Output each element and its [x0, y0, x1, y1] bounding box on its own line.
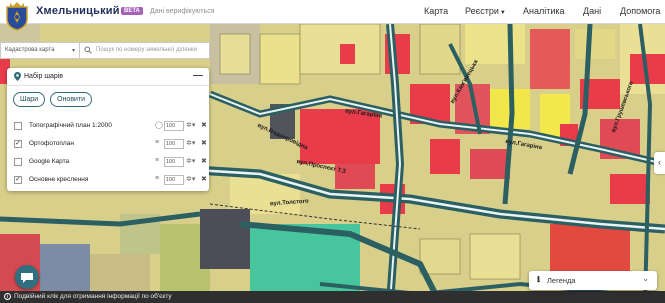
- gear-icon[interactable]: ✲▾: [186, 157, 195, 165]
- layer-opacity-input[interactable]: 100: [164, 157, 184, 167]
- close-icon[interactable]: ✖: [201, 139, 207, 147]
- map-search-bar: Кадастрова карта ▾ Пошук по номеру земел…: [0, 42, 210, 59]
- layers-panel-title: Набір шарів: [24, 73, 64, 80]
- layer-checkbox[interactable]: [14, 122, 22, 130]
- drag-handle-icon[interactable]: ≡: [155, 157, 159, 164]
- layers-panel: Набір шарів — Шари Оновити Топографічний…: [7, 68, 209, 191]
- info-icon: i: [4, 293, 11, 300]
- gear-icon[interactable]: ✲▾: [186, 175, 195, 183]
- nav-registries[interactable]: Реєстри▼: [465, 6, 506, 16]
- city-coat-of-arms-logo[interactable]: [3, 1, 31, 31]
- chat-button[interactable]: [15, 265, 39, 289]
- legend-label: Легенда: [547, 276, 576, 285]
- info-icon: ℹ: [537, 275, 541, 284]
- layer-row: ✓ Основне креслення ≡ 100 ✲▾ ✖: [14, 175, 207, 187]
- parcel-search-input[interactable]: Пошук по номеру земельної ділянки: [80, 42, 210, 59]
- chevron-down-icon: ▼: [499, 10, 506, 16]
- layer-name: Топографічний план 1:2000: [29, 122, 112, 129]
- layer-opacity-input[interactable]: 100: [164, 139, 184, 149]
- nav-help[interactable]: Допомога: [620, 6, 660, 16]
- legend-toggle[interactable]: ℹ Легенда ⌄: [529, 271, 657, 290]
- layers-panel-actions: Шари Оновити: [13, 92, 93, 107]
- nav-data[interactable]: Дані: [583, 6, 601, 16]
- status-bar: i Подвійний клік для отримання інформаці…: [0, 291, 665, 303]
- chat-icon: [21, 273, 33, 283]
- layers-button[interactable]: Шари: [13, 92, 46, 107]
- top-navigation-bar: Хмельницький BETA Дані верифікуються Кар…: [0, 0, 665, 24]
- search-icon: [84, 46, 92, 54]
- chevron-down-icon: ⌄: [642, 274, 649, 283]
- app-title[interactable]: Хмельницький: [36, 5, 120, 17]
- gear-icon[interactable]: ✲▾: [186, 139, 195, 147]
- beta-badge: BETA: [121, 7, 143, 15]
- status-hint: Подвійний клік для отримання інформації …: [14, 293, 172, 300]
- chevron-down-icon: ▾: [71, 48, 75, 54]
- map-pin-icon: [14, 72, 21, 81]
- layer-opacity-input[interactable]: 100: [164, 121, 184, 131]
- layers-panel-header: Набір шарів —: [7, 68, 209, 86]
- nav-analytics[interactable]: Аналітика: [523, 6, 565, 16]
- layer-name: Основне креслення: [29, 176, 89, 183]
- opacity-icon: ◯: [155, 122, 163, 129]
- search-placeholder: Пошук по номеру земельної ділянки: [96, 47, 197, 53]
- drag-handle-icon[interactable]: ≡: [155, 139, 159, 146]
- layer-checkbox[interactable]: ✓: [14, 140, 22, 148]
- close-icon[interactable]: ✖: [201, 175, 207, 183]
- layer-opacity-input[interactable]: 100: [164, 175, 184, 185]
- layer-row: ✓ Ортофотоплан ≡ 100 ✲▾ ✖: [14, 139, 207, 151]
- layer-row: Топографічний план 1:2000 ◯ 100 ✲▾ ✖: [14, 121, 207, 133]
- gear-icon[interactable]: ✲▾: [186, 121, 195, 129]
- nav-map[interactable]: Карта: [424, 6, 448, 16]
- layer-name: Google Карта: [29, 158, 70, 165]
- cadastre-map-select[interactable]: Кадастрова карта ▾: [0, 42, 80, 59]
- close-icon[interactable]: ✖: [201, 157, 207, 165]
- cadastre-select-value: Кадастрова карта: [5, 47, 55, 53]
- update-button[interactable]: Оновити: [50, 92, 93, 107]
- chevron-left-icon[interactable]: ‹: [654, 152, 665, 174]
- verification-note: Дані верифікуються: [150, 8, 215, 15]
- layer-checkbox[interactable]: [14, 158, 22, 166]
- layer-name: Ортофотоплан: [29, 140, 74, 147]
- nav-registries-label: Реєстри: [465, 6, 499, 16]
- layer-checkbox[interactable]: ✓: [14, 176, 22, 184]
- close-icon[interactable]: ✖: [201, 121, 207, 129]
- drag-handle-icon[interactable]: ≡: [155, 175, 159, 182]
- collapse-icon[interactable]: —: [193, 70, 203, 81]
- layer-row: Google Карта ≡ 100 ✲▾ ✖: [14, 157, 207, 169]
